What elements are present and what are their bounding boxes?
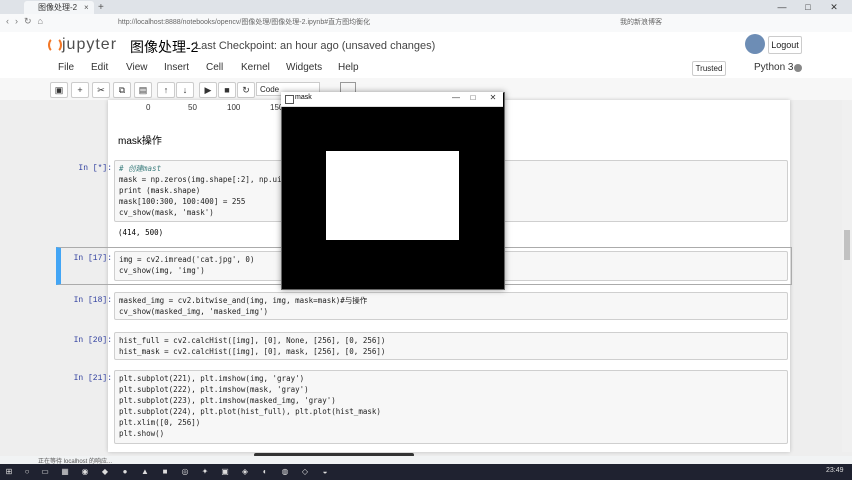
task-view-icon[interactable]: ▭: [40, 467, 50, 477]
markdown-cell[interactable]: mask操作: [118, 132, 162, 147]
close-icon[interactable]: ✕: [485, 93, 501, 102]
code-cell[interactable]: masked_img = cv2.bitwise_and(img, img, m…: [114, 292, 788, 320]
notebook-title[interactable]: 图像处理-2: [130, 37, 198, 57]
arrow-up-icon[interactable]: ↑: [157, 82, 175, 98]
browser-status-bar: [0, 456, 852, 464]
axis-tick: 0: [146, 103, 151, 112]
app-icon[interactable]: ▣: [220, 467, 230, 477]
app-icon[interactable]: ◈: [240, 467, 250, 477]
app-icon[interactable]: ◍: [280, 467, 290, 477]
checkpoint-status: Last Checkpoint: an hour ago (unsaved ch…: [195, 40, 436, 52]
code-line: plt.xlim([0, 256]): [119, 418, 201, 427]
kernel-status-icon: [794, 64, 802, 72]
cell-prompt: In [18]:: [73, 296, 112, 305]
app-icon[interactable]: ▲: [140, 467, 150, 477]
address-right-link[interactable]: 我的新浪博客: [620, 17, 662, 29]
save-icon[interactable]: ▣: [50, 82, 68, 98]
taskbar-clock[interactable]: 23:49: [826, 467, 844, 474]
code-line: plt.show(): [119, 429, 165, 438]
code-line: plt.subplot(224), plt.plot(hist_full), p…: [119, 407, 381, 416]
restart-icon[interactable]: ↻: [237, 82, 255, 98]
cell-output: (414, 500): [118, 228, 164, 237]
mask-window-title: mask: [295, 94, 312, 101]
cell-prompt: In [21]:: [73, 374, 112, 383]
window-minimize-icon[interactable]: —: [772, 0, 792, 14]
axis-tick: 50: [188, 103, 197, 112]
code-cell[interactable]: plt.subplot(221), plt.imshow(img, 'gray'…: [114, 370, 788, 444]
run-icon[interactable]: ▶: [199, 82, 217, 98]
code-line: plt.subplot(223), plt.imshow(masked_img,…: [119, 396, 336, 405]
app-icon[interactable]: ✦: [200, 467, 210, 477]
app-icon[interactable]: ◎: [180, 467, 190, 477]
app-icon[interactable]: ◇: [300, 467, 310, 477]
menu-widgets[interactable]: Widgets: [286, 62, 322, 73]
code-line: hist_full = cv2.calcHist([img], [0], Non…: [119, 336, 386, 345]
cell-prompt: In [20]:: [73, 336, 112, 345]
explorer-icon[interactable]: ▦: [60, 467, 70, 477]
browser-tab-bar: [0, 0, 852, 14]
python-logo-icon: [745, 34, 765, 54]
copy-icon[interactable]: ⧉: [113, 82, 131, 98]
menu-view[interactable]: View: [126, 62, 148, 73]
cell-prompt: In [17]:: [73, 254, 112, 263]
logout-button[interactable]: Logout: [768, 36, 802, 54]
app-icon[interactable]: ●: [120, 467, 130, 477]
jupyter-logo-text[interactable]: jupyter: [62, 36, 117, 54]
window-maximize-icon[interactable]: □: [798, 0, 818, 14]
kernel-name: Python 3: [754, 62, 794, 73]
cut-icon[interactable]: ✂: [92, 82, 110, 98]
mask-white-region: [326, 151, 459, 240]
window-app-icon: [285, 95, 294, 104]
code-line: masked_img = cv2.bitwise_and(img, img, m…: [119, 296, 368, 305]
browser-icon[interactable]: ◉: [80, 467, 90, 477]
paste-icon[interactable]: ▤: [134, 82, 152, 98]
menu-insert[interactable]: Insert: [164, 62, 189, 73]
menu-help[interactable]: Help: [338, 62, 359, 73]
app-icon[interactable]: ◆: [100, 467, 110, 477]
code-cell[interactable]: hist_full = cv2.calcHist([img], [0], Non…: [114, 332, 788, 360]
windows-start-icon[interactable]: ⊞: [4, 467, 14, 477]
new-tab-icon[interactable]: +: [98, 1, 104, 14]
code-line: plt.subplot(221), plt.imshow(img, 'gray'…: [119, 374, 305, 383]
app-icon[interactable]: ■: [160, 467, 170, 477]
code-line: cv_show(masked_img, 'masked_img'): [119, 307, 269, 316]
trusted-badge[interactable]: Trusted: [692, 61, 726, 76]
stop-icon[interactable]: ■: [218, 82, 236, 98]
tab-close-icon[interactable]: ×: [84, 1, 89, 14]
axis-tick: 100: [227, 103, 241, 112]
menu-file[interactable]: File: [58, 62, 74, 73]
menu-cell[interactable]: Cell: [206, 62, 223, 73]
maximize-icon[interactable]: □: [465, 93, 481, 102]
window-close-icon[interactable]: ✕: [824, 0, 844, 14]
jupyter-logo-icon: [48, 37, 62, 53]
arrow-down-icon[interactable]: ↓: [176, 82, 194, 98]
code-line: hist_mask = cv2.calcHist([img], [0], mas…: [119, 347, 386, 356]
nav-buttons-icon[interactable]: ‹›↻⌂: [6, 16, 49, 27]
vertical-scrollbar[interactable]: [842, 100, 852, 452]
menu-edit[interactable]: Edit: [91, 62, 108, 73]
plus-icon[interactable]: +: [71, 82, 89, 98]
cell-prompt: In [*]:: [78, 164, 112, 173]
app-icon[interactable]: ◐: [260, 467, 270, 477]
minimize-icon[interactable]: —: [448, 93, 464, 102]
url-field[interactable]: http://localhost:8888/notebooks/opencv/图…: [118, 17, 538, 29]
scrollbar-thumb[interactable]: [844, 230, 850, 260]
menu-kernel[interactable]: Kernel: [241, 62, 270, 73]
app-icon[interactable]: ◒: [320, 467, 330, 477]
search-icon[interactable]: ○: [22, 467, 32, 477]
code-line: plt.subplot(222), plt.imshow(mask, 'gray…: [119, 385, 309, 394]
